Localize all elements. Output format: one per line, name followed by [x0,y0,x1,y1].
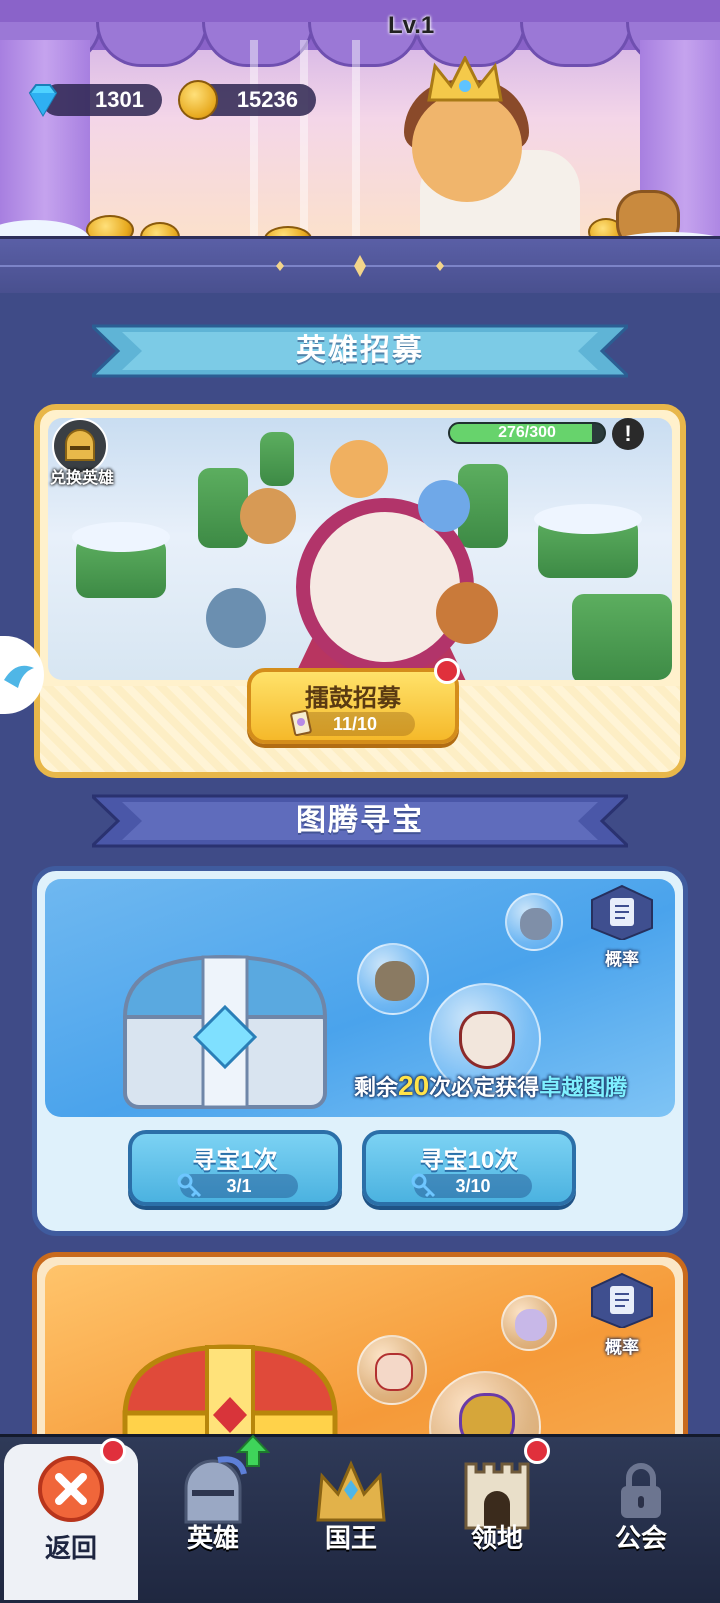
recruit-section-title: 英雄招募 [296,334,424,367]
snow-cap [72,522,170,552]
probability-button[interactable]: 概率 [588,1272,656,1357]
probability-label: 概率 [605,1338,639,1357]
seek-once-count: 3/1 [226,1176,252,1196]
upgrade-arrow-icon [236,1434,270,1467]
recruit-level-label: Lv.1 [388,12,435,39]
pity-prefix: 剩余 [354,1075,399,1100]
nav-heroes-label: 英雄 [186,1523,239,1553]
drum-recruit-count: 11/10 [332,714,378,734]
light-beam [250,40,258,250]
seek-ten-cost: 3/10 [411,1173,532,1198]
pity-reward: 卓越图腾 [539,1075,628,1100]
curtain-scallop [520,22,632,67]
bear-hero-icon [240,488,296,544]
light-beam [300,40,308,250]
gold-coin-icon [178,80,218,120]
topiary [260,432,294,486]
tiger-totem-icon [515,1309,547,1341]
top-banner: 1301 15236 [0,0,720,265]
nav-territory-button[interactable]: 领地 [432,1440,562,1600]
tiger-totem-bubble[interactable] [501,1295,557,1351]
seek-ten-button[interactable]: 寻宝10次 3/10 [362,1130,576,1206]
curtain-scallop [202,22,314,67]
snowy-hedge [572,594,672,680]
silver-chest-icon[interactable] [115,947,335,1117]
totem-section-header: 图腾寻宝 [92,792,628,850]
drum-recruit-button[interactable]: 擂鼓招募 11/10 [247,668,459,744]
owl-totem-icon [375,961,415,1001]
recruit-scene-art [48,418,672,680]
seek-once-label: 寻宝1次 [192,1147,278,1174]
seek-once-button[interactable]: 寻宝1次 3/1 [128,1130,342,1206]
wolf-totem-bubble[interactable] [505,893,563,951]
seek-ten-count: 3/10 [455,1176,491,1196]
pity-middle: 次必定获得 [429,1075,540,1100]
raccoon-hero-icon [436,582,498,644]
drum-recruit-cost: 11/10 [290,709,415,737]
bird-icon [4,665,34,688]
wolf-totem-icon [520,908,552,940]
exchange-hero-label: 兑换英雄 [49,470,114,487]
pity-number: 20 [398,1070,430,1101]
notification-dot [100,1438,126,1464]
alert-icon[interactable]: ! [612,418,644,450]
light-beam [352,40,360,250]
notification-dot [524,1438,550,1464]
probability-list-icon [591,884,653,942]
banner-divider [0,236,720,293]
gold-amount: 15236 [236,87,298,112]
seek-once-cost: 3/1 [177,1173,298,1198]
king-face [412,92,522,202]
alert-glyph: ! [624,421,632,446]
drum-recruit-label: 擂鼓招募 [305,685,401,712]
seek-ten-label: 寻宝10次 [419,1147,519,1174]
owl-totem-bubble[interactable] [357,943,429,1015]
gem-amount: 1301 [95,87,144,112]
recruit-level-progress-bar: 276/300 [448,422,606,444]
probability-label: 概率 [605,950,639,969]
fox-mask-totem-bubble[interactable] [357,1335,427,1405]
crown-icon [316,1460,386,1522]
mage-hero-icon [418,480,470,532]
nav-guild-label: 公会 [614,1523,667,1553]
fox-mask-totem-icon [375,1353,413,1391]
snow-cap [534,504,642,534]
crown-icon [427,56,503,102]
nav-territory-label: 领地 [470,1523,523,1553]
totem-section-title: 图腾寻宝 [296,804,424,837]
nav-back-label: 返回 [44,1533,97,1563]
recruit-level-progress-text: 276/300 [498,424,556,441]
probability-button[interactable]: 概率 [588,884,656,969]
notification-dot [434,658,460,684]
lock-icon [621,1463,661,1518]
bull-skull-totem-icon [459,1011,515,1069]
nav-king-button[interactable]: 国王 [286,1440,416,1600]
close-icon [38,1456,104,1522]
recruit-section-header: 英雄招募 [92,322,628,380]
pity-counter-text: 剩余20次必定获得卓越图腾 [354,1070,627,1102]
nav-guild-button[interactable]: 公会 [576,1440,706,1600]
probability-list-icon [591,1272,653,1330]
gem-icon [28,84,58,117]
curtain-scallop [96,22,208,67]
frog-hero-icon [330,440,388,498]
nav-back-button[interactable]: 返回 [4,1444,138,1600]
cat-hero-icon [206,588,266,648]
nav-king-label: 国王 [324,1523,377,1553]
